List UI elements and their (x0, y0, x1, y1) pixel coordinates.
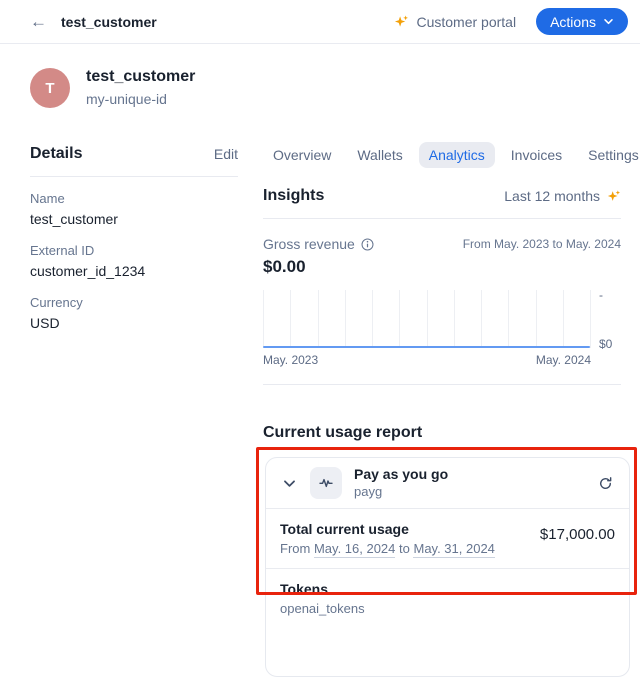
customer-portal-link[interactable]: Customer portal (394, 14, 516, 30)
customer-portal-label: Customer portal (416, 14, 516, 30)
tab-wallets[interactable]: Wallets (347, 142, 412, 168)
main-content: Overview Wallets Analytics Invoices Sett… (263, 141, 621, 677)
detail-field-name: Name test_customer (30, 190, 238, 229)
range-end-date: May. 31, 2024 (413, 541, 494, 558)
section-divider (263, 384, 621, 385)
tab-analytics[interactable]: Analytics (419, 142, 495, 168)
y-tick-zero: $0 (599, 338, 612, 350)
customer-external-id: my-unique-id (86, 90, 195, 109)
collapse-chevron-button[interactable] (280, 474, 298, 492)
range-prefix: From (280, 541, 310, 556)
actions-button[interactable]: Actions (536, 8, 628, 35)
topbar-actions: Customer portal Actions (394, 8, 628, 35)
topbar: ← test_customer Customer portal Actions (0, 0, 640, 44)
details-divider (30, 176, 238, 177)
usage-plan-card: Pay as you go payg Total current usage F… (265, 457, 630, 677)
edit-button[interactable]: Edit (214, 146, 238, 162)
detail-field-currency: Currency USD (30, 294, 238, 333)
gross-revenue-value: $0.00 (263, 257, 621, 277)
total-usage-range: From May. 16, 2024 to May. 31, 2024 (280, 540, 495, 557)
refresh-button[interactable] (595, 473, 615, 493)
plan-code: payg (354, 484, 448, 500)
current-usage-heading: Current usage report (263, 424, 621, 442)
total-usage-amount: $17,000.00 (540, 520, 615, 543)
metric-row: Tokens openai_tokens (266, 569, 629, 628)
period-selector[interactable]: Last 12 months (504, 188, 621, 204)
metric-code: openai_tokens (280, 600, 365, 617)
chart-zero-line (263, 346, 590, 348)
gross-revenue-chart: - $0 (263, 290, 621, 348)
sparkle-icon (607, 189, 621, 203)
tab-invoices[interactable]: Invoices (501, 142, 572, 168)
info-icon[interactable] (361, 238, 374, 251)
range-join: to (399, 541, 410, 556)
sparkle-icon (394, 14, 409, 29)
pulse-icon (310, 467, 342, 499)
chart-x-axis: May. 2023 May. 2024 (263, 353, 591, 367)
plan-card-header: Pay as you go payg (266, 458, 629, 508)
gross-revenue-label: Gross revenue (263, 236, 355, 252)
y-tick-top: - (599, 290, 603, 300)
field-value: test_customer (30, 210, 238, 229)
field-value: customer_id_1234 (30, 262, 238, 281)
insights-heading: Insights (263, 187, 324, 205)
page-title: test_customer (61, 14, 157, 30)
tab-overview[interactable]: Overview (263, 142, 341, 168)
gross-revenue-date-range: From May. 2023 to May. 2024 (463, 236, 621, 251)
x-tick-end: May. 2024 (536, 353, 591, 367)
plan-name: Pay as you go (354, 466, 448, 483)
field-label: External ID (30, 242, 238, 260)
range-start-date: May. 16, 2024 (314, 541, 395, 558)
period-label: Last 12 months (504, 188, 600, 204)
avatar: T (30, 68, 70, 108)
details-heading: Details (30, 145, 82, 163)
customer-header: T test_customer my-unique-id (30, 67, 195, 109)
x-tick-start: May. 2023 (263, 353, 318, 367)
metric-name: Tokens (280, 580, 365, 598)
back-arrow-icon[interactable]: ← (30, 13, 47, 30)
field-label: Name (30, 190, 238, 208)
customer-detail-page: ← test_customer Customer portal Actions (0, 0, 640, 601)
actions-button-label: Actions (550, 14, 596, 30)
details-panel: Details Edit Name test_customer External… (30, 145, 238, 333)
tab-bar: Overview Wallets Analytics Invoices Sett… (263, 141, 621, 168)
total-usage-row: Total current usage From May. 16, 2024 t… (266, 509, 629, 568)
chevron-down-icon (603, 16, 614, 27)
field-label: Currency (30, 294, 238, 312)
customer-name: test_customer (86, 67, 195, 87)
insights-divider (263, 218, 621, 219)
total-usage-label: Total current usage (280, 520, 495, 538)
chart-gridlines (263, 290, 590, 346)
chart-plot-area (263, 290, 591, 348)
chart-y-axis: - $0 (591, 290, 621, 348)
field-value: USD (30, 314, 238, 333)
detail-field-external-id: External ID customer_id_1234 (30, 242, 238, 281)
tab-settings[interactable]: Settings (578, 142, 640, 168)
